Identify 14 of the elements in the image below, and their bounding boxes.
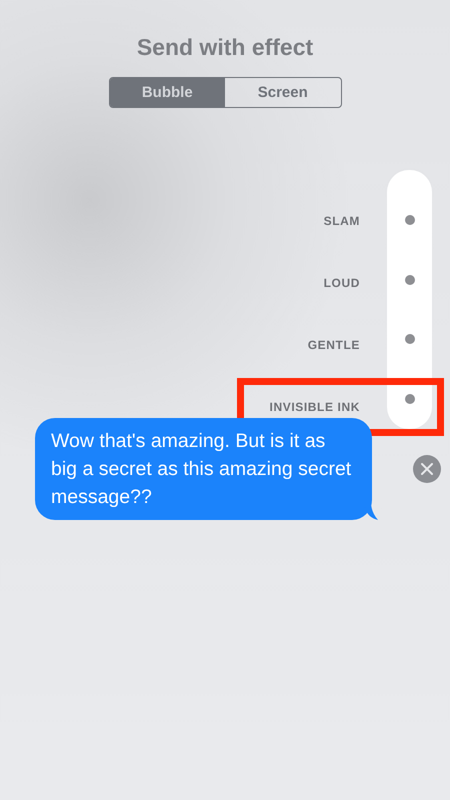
effect-label[interactable]: SLAM xyxy=(324,214,360,228)
sheet-title: Send with effect xyxy=(136,34,314,61)
segment-tab[interactable]: Screen xyxy=(225,78,340,107)
effect-dot[interactable] xyxy=(404,334,414,344)
effect-label[interactable]: INVISIBLE INK xyxy=(270,400,360,414)
effect-label[interactable]: GENTLE xyxy=(308,338,360,352)
effect-label[interactable]: LOUD xyxy=(324,276,360,290)
effect-dot[interactable] xyxy=(404,394,414,404)
effect-dot[interactable] xyxy=(404,274,414,285)
close-button[interactable] xyxy=(413,455,441,483)
bubble-tail xyxy=(364,502,378,520)
close-icon xyxy=(421,463,433,475)
effect-dot[interactable] xyxy=(404,214,414,225)
segment-tab[interactable]: Bubble xyxy=(110,78,225,107)
